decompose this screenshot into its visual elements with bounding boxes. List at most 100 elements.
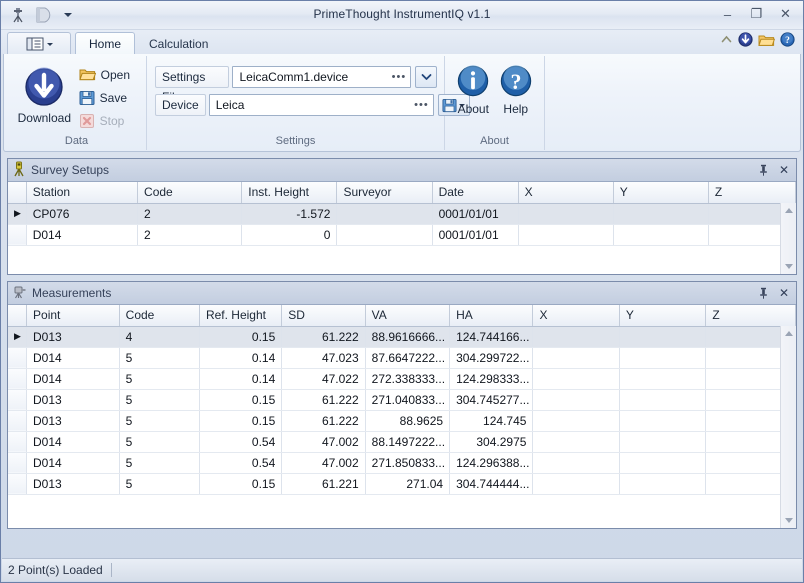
col-ha[interactable]: HA bbox=[450, 305, 533, 326]
cell-date[interactable]: 0001/01/01 bbox=[432, 203, 518, 224]
cell-ref-height[interactable]: 0.15 bbox=[199, 389, 281, 410]
col-y[interactable]: Y bbox=[613, 182, 708, 203]
cell-code[interactable]: 5 bbox=[119, 389, 199, 410]
col-date[interactable]: Date bbox=[432, 182, 518, 203]
col-z[interactable]: Z bbox=[706, 305, 796, 326]
cell-code[interactable]: 5 bbox=[119, 452, 199, 473]
pin-icon[interactable] bbox=[755, 162, 771, 178]
survey-setups-grid[interactable]: Station Code Inst. Height Surveyor Date … bbox=[8, 182, 796, 274]
col-x[interactable]: X bbox=[518, 182, 613, 203]
device-input[interactable]: Leica ••• bbox=[209, 94, 434, 116]
cell-y[interactable] bbox=[619, 389, 705, 410]
cell-x[interactable] bbox=[533, 410, 619, 431]
table-row[interactable]: D013 5 0.15 61.222 88.9625 124.745 bbox=[8, 410, 796, 431]
col-z[interactable]: Z bbox=[708, 182, 795, 203]
cell-point[interactable]: D014 bbox=[27, 347, 120, 368]
cell-va[interactable]: 271.040833... bbox=[365, 389, 449, 410]
cell-point[interactable]: D013 bbox=[27, 473, 120, 494]
cell-y[interactable] bbox=[613, 224, 708, 245]
col-sd[interactable]: SD bbox=[282, 305, 365, 326]
scroll-up-icon[interactable] bbox=[781, 203, 796, 218]
device-browse-icon[interactable]: ••• bbox=[410, 99, 429, 111]
cell-point[interactable]: D014 bbox=[27, 368, 120, 389]
cell-y[interactable] bbox=[619, 473, 705, 494]
cell-y[interactable] bbox=[619, 452, 705, 473]
cell-va[interactable]: 88.9616666... bbox=[365, 326, 449, 347]
cell-y[interactable] bbox=[619, 410, 705, 431]
col-x[interactable]: X bbox=[533, 305, 619, 326]
settings-file-dropdown-button[interactable] bbox=[415, 66, 437, 88]
cell-code[interactable]: 4 bbox=[119, 326, 199, 347]
scroll-down-icon[interactable] bbox=[781, 259, 796, 274]
cell-y[interactable] bbox=[619, 347, 705, 368]
col-code[interactable]: Code bbox=[138, 182, 242, 203]
table-row[interactable]: D014 5 0.54 47.002 271.850833... 124.296… bbox=[8, 452, 796, 473]
cell-ref-height[interactable]: 0.54 bbox=[199, 431, 281, 452]
download-button[interactable]: Download bbox=[15, 62, 74, 125]
cell-code[interactable]: 5 bbox=[119, 368, 199, 389]
table-row[interactable]: ▶ CP076 2 -1.572 0001/01/01 bbox=[8, 203, 796, 224]
cell-y[interactable] bbox=[613, 203, 708, 224]
cell-ha[interactable]: 304.745277... bbox=[450, 389, 533, 410]
chevron-up-icon[interactable] bbox=[720, 33, 733, 49]
cell-y[interactable] bbox=[619, 431, 705, 452]
cell-sd[interactable]: 61.221 bbox=[282, 473, 365, 494]
cell-inst-height[interactable]: 0 bbox=[242, 224, 337, 245]
settings-file-browse-icon[interactable]: ••• bbox=[388, 71, 407, 83]
cell-surveyor[interactable] bbox=[337, 203, 432, 224]
settings-file-input[interactable]: LeicaComm1.device ••• bbox=[232, 66, 411, 88]
table-row[interactable]: D014 5 0.14 47.022 272.338333... 124.298… bbox=[8, 368, 796, 389]
cell-va[interactable]: 88.9625 bbox=[365, 410, 449, 431]
survey-setups-vscrollbar[interactable] bbox=[780, 203, 796, 274]
close-icon[interactable]: ✕ bbox=[776, 285, 792, 301]
measurements-vscrollbar[interactable] bbox=[780, 326, 796, 528]
cell-sd[interactable]: 47.022 bbox=[282, 368, 365, 389]
cell-ref-height[interactable]: 0.54 bbox=[199, 452, 281, 473]
cell-ha[interactable]: 304.299722... bbox=[450, 347, 533, 368]
stop-button[interactable]: Stop bbox=[76, 110, 138, 131]
cell-ha[interactable]: 304.2975 bbox=[450, 431, 533, 452]
cell-va[interactable]: 87.6647222... bbox=[365, 347, 449, 368]
cell-x[interactable] bbox=[533, 452, 619, 473]
table-row[interactable]: D013 5 0.15 61.222 271.040833... 304.745… bbox=[8, 389, 796, 410]
minimize-button[interactable]: – bbox=[714, 4, 741, 24]
col-surveyor[interactable]: Surveyor bbox=[337, 182, 432, 203]
cell-x[interactable] bbox=[533, 368, 619, 389]
cell-point[interactable]: D014 bbox=[27, 452, 120, 473]
cell-code[interactable]: 5 bbox=[119, 347, 199, 368]
cell-inst-height[interactable]: -1.572 bbox=[242, 203, 337, 224]
cell-ha[interactable]: 124.296388... bbox=[450, 452, 533, 473]
col-va[interactable]: VA bbox=[365, 305, 449, 326]
save-button[interactable]: Save bbox=[76, 87, 138, 108]
scroll-up-icon[interactable] bbox=[781, 326, 796, 341]
cell-va[interactable]: 272.338333... bbox=[365, 368, 449, 389]
cell-x[interactable] bbox=[533, 473, 619, 494]
col-ref-height[interactable]: Ref. Height bbox=[199, 305, 281, 326]
cell-va[interactable]: 88.1497222... bbox=[365, 431, 449, 452]
cell-sd[interactable]: 47.023 bbox=[282, 347, 365, 368]
cell-y[interactable] bbox=[619, 368, 705, 389]
cell-ref-height[interactable]: 0.15 bbox=[199, 410, 281, 431]
maximize-button[interactable]: ❐ bbox=[743, 4, 770, 24]
cell-x[interactable] bbox=[533, 431, 619, 452]
col-point[interactable]: Point bbox=[27, 305, 120, 326]
cell-x[interactable] bbox=[518, 224, 613, 245]
cell-x[interactable] bbox=[533, 347, 619, 368]
cell-code[interactable]: 2 bbox=[138, 224, 242, 245]
col-y[interactable]: Y bbox=[619, 305, 705, 326]
cell-sd[interactable]: 47.002 bbox=[282, 431, 365, 452]
cell-ref-height[interactable]: 0.15 bbox=[199, 326, 281, 347]
table-row[interactable]: D014 5 0.54 47.002 88.1497222... 304.297… bbox=[8, 431, 796, 452]
measurements-grid[interactable]: Point Code Ref. Height SD VA HA X Y Z ▶ bbox=[8, 305, 796, 528]
help-button[interactable]: ? Help bbox=[498, 64, 535, 116]
col-station[interactable]: Station bbox=[26, 182, 137, 203]
open-folder-icon[interactable] bbox=[758, 33, 775, 50]
cell-point[interactable]: D013 bbox=[27, 389, 120, 410]
table-row[interactable]: D014 2 0 0001/01/01 bbox=[8, 224, 796, 245]
cell-date[interactable]: 0001/01/01 bbox=[432, 224, 518, 245]
cell-code[interactable]: 5 bbox=[119, 410, 199, 431]
cell-ref-height[interactable]: 0.15 bbox=[199, 473, 281, 494]
cell-x[interactable] bbox=[533, 389, 619, 410]
cell-point[interactable]: D014 bbox=[27, 431, 120, 452]
cell-ha[interactable]: 304.744444... bbox=[450, 473, 533, 494]
